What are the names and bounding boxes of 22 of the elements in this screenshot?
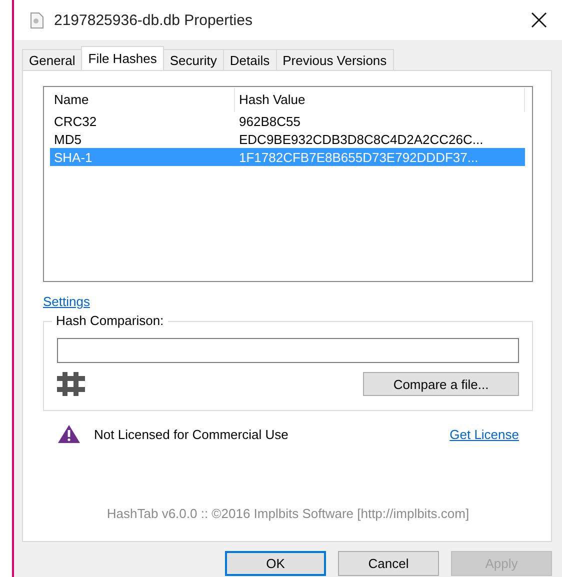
dialog-button[interactable]: Cancel (338, 551, 439, 576)
table-row[interactable]: CRC32 962B8C55 (50, 112, 525, 130)
warning-icon (58, 425, 80, 443)
settings-link[interactable]: Settings (43, 294, 90, 309)
tab[interactable]: Previous Versions (276, 49, 394, 70)
file-icon (30, 12, 44, 28)
copyright-text: HashTab v6.0.0 :: ©2016 Implbits Software [http://implbits.com] (106, 506, 470, 521)
column-header[interactable]: Name (50, 88, 235, 112)
table-row[interactable]: MD5 EDC9BE932CDB3D8C8C4D2A2CC26C... (50, 130, 525, 148)
hash-icon (57, 372, 85, 396)
column-header[interactable]: Hash Value (235, 88, 525, 112)
compare-file-button[interactable]: Compare a file... (363, 372, 519, 396)
tab[interactable]: Security (162, 49, 224, 70)
license-message: Not Licensed for Commercial Use (94, 426, 290, 442)
close-icon (531, 12, 547, 28)
tab[interactable]: General (22, 49, 82, 70)
window-title: 2197825936-db.db Properties (54, 12, 254, 28)
hash-input-field[interactable] (57, 338, 519, 363)
group-title: Hash Comparison: (52, 313, 168, 328)
tab[interactable]: File Hashes (81, 46, 164, 70)
dialog-button[interactable]: OK (225, 551, 326, 576)
get-license-link[interactable]: Get License (450, 426, 519, 442)
